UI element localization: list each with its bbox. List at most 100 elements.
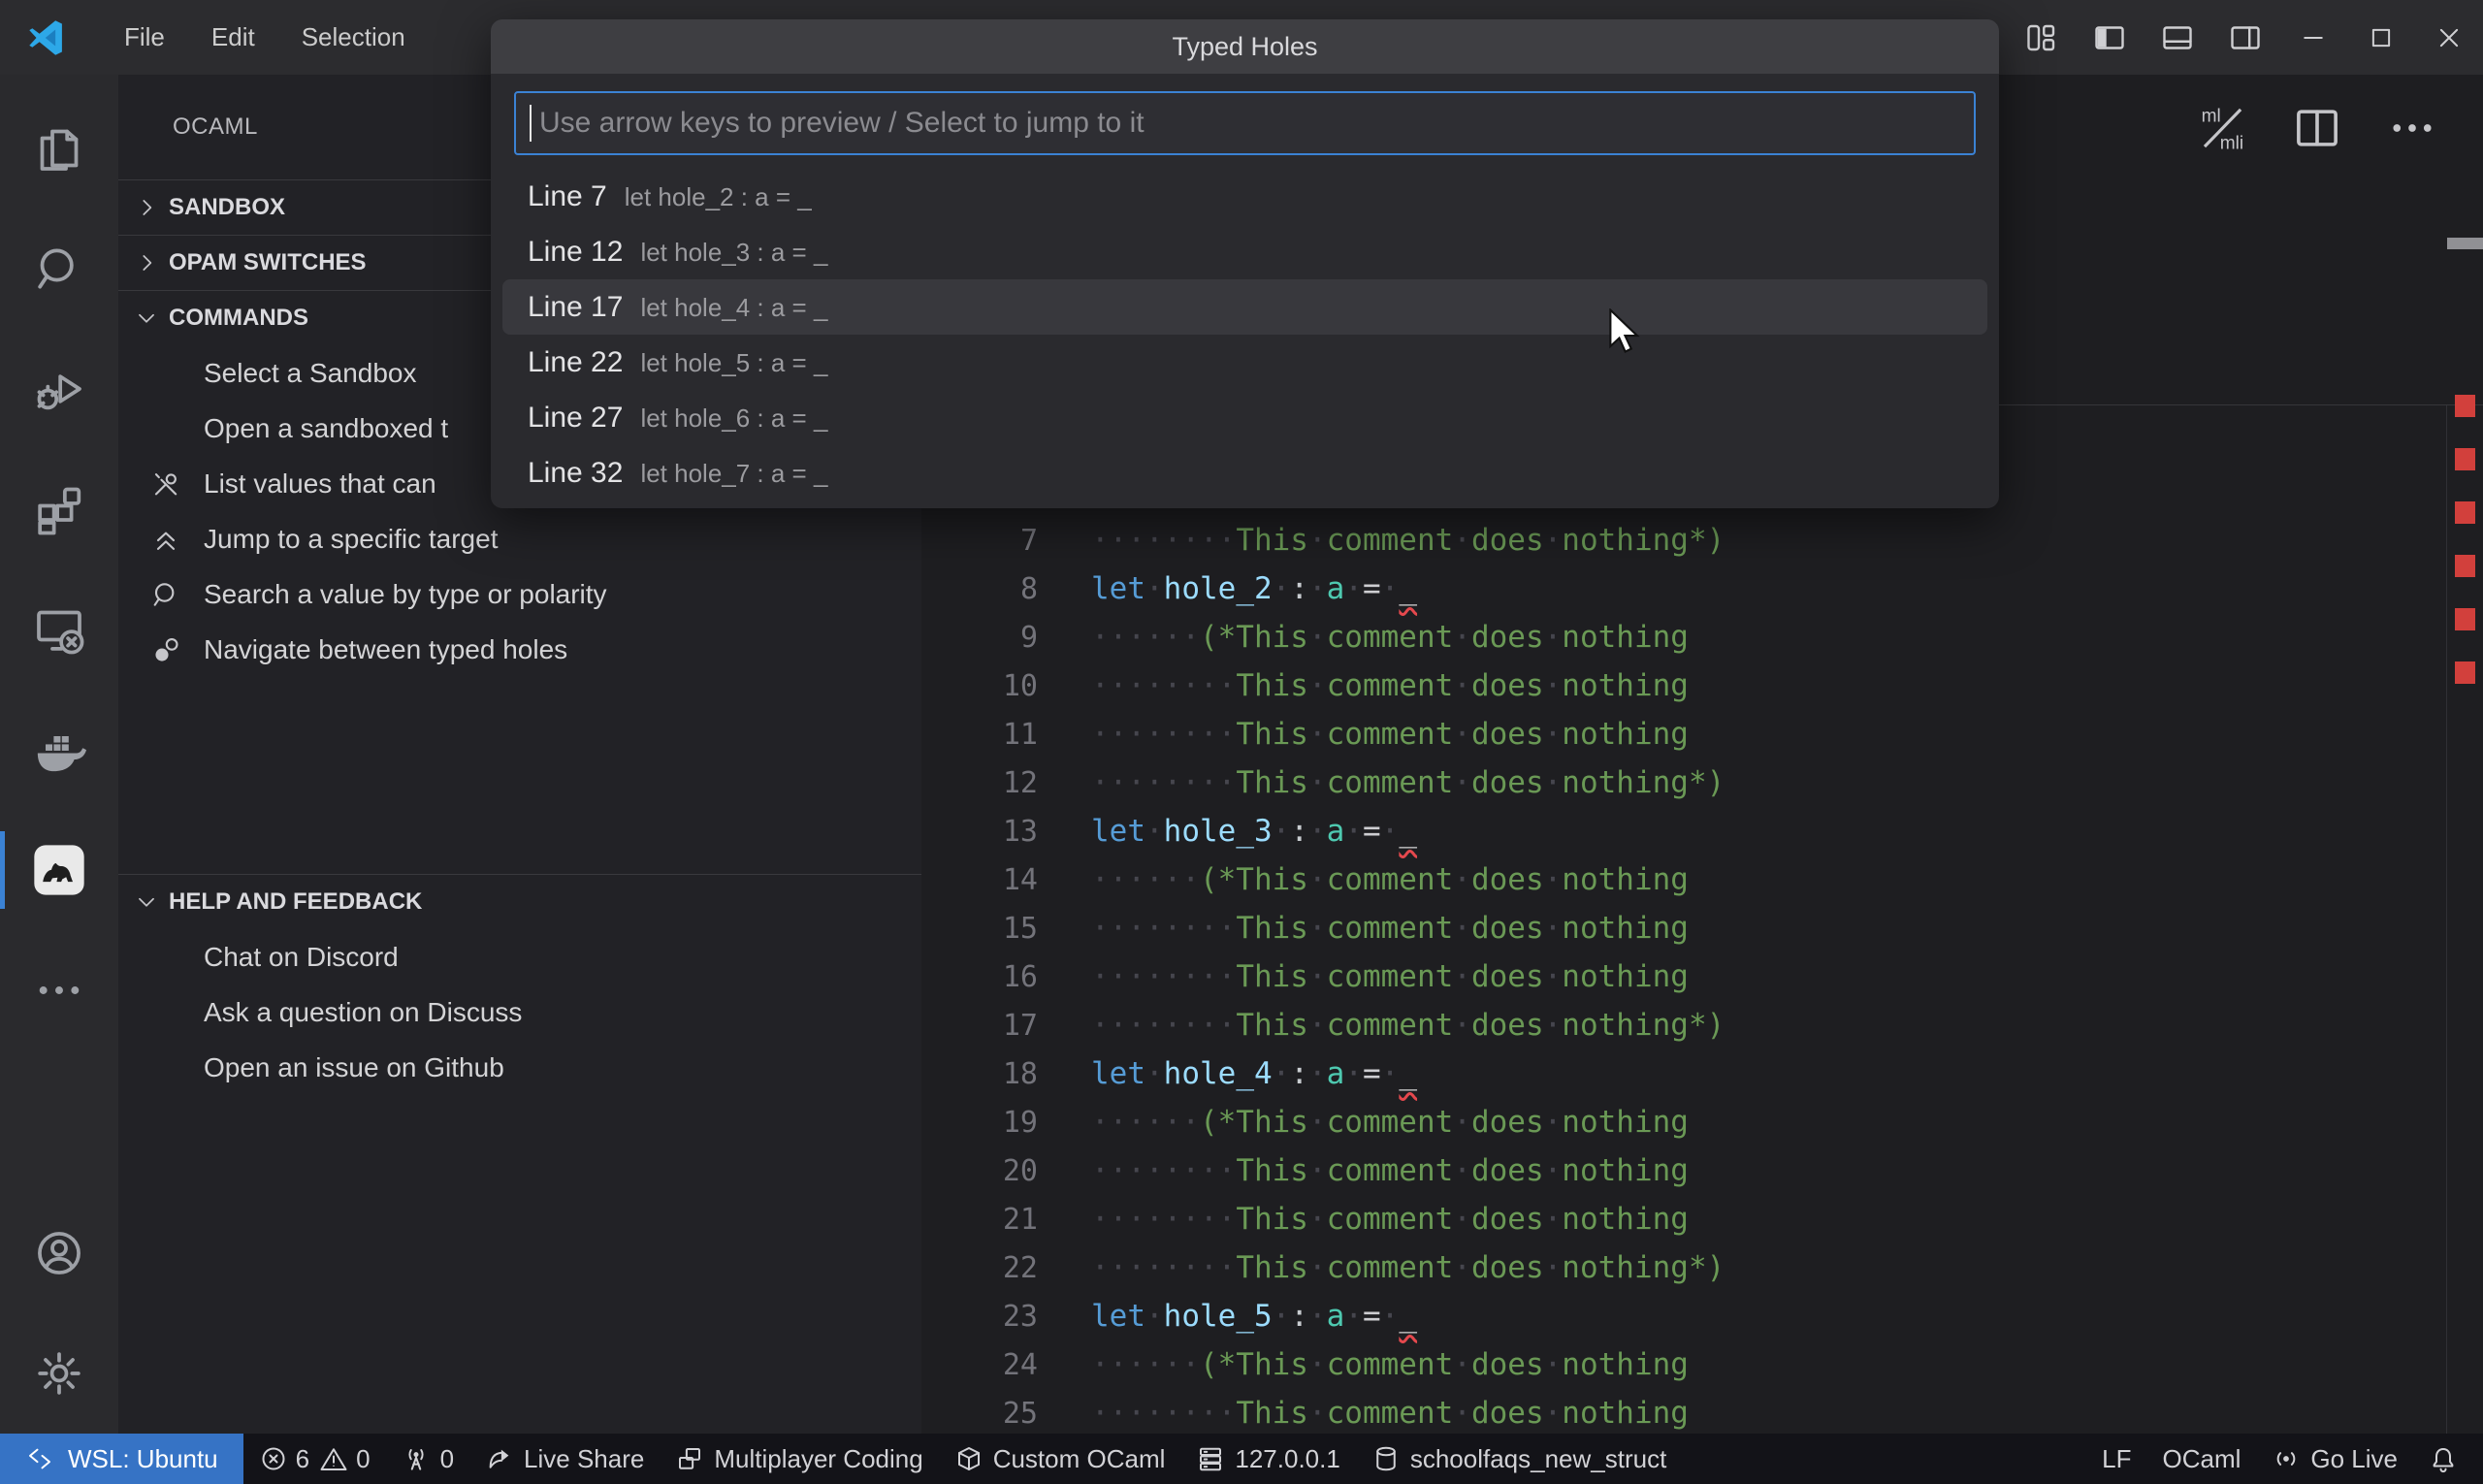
more-actions-button[interactable] (2386, 102, 2438, 154)
menu-edit[interactable]: Edit (188, 0, 278, 75)
minimize-button[interactable] (2279, 0, 2347, 75)
activity-item-more[interactable] (0, 930, 118, 1050)
code-line[interactable]: 8let·hole_2·:·a·=·_ (921, 565, 1417, 613)
multiplayer-status[interactable]: Multiplayer Coding (660, 1434, 938, 1484)
database-status[interactable]: schoolfaqs_new_struct (1356, 1434, 1682, 1484)
go-live-status[interactable]: Go Live (2256, 1444, 2413, 1474)
line-number[interactable]: 16 (921, 960, 1038, 994)
notifications-bell[interactable] (2413, 1444, 2473, 1473)
code-line[interactable]: 10········This·comment·does·nothing (921, 661, 1689, 710)
error-icon (259, 1444, 288, 1473)
activity-item-extensions[interactable] (0, 449, 118, 569)
quick-pick-row[interactable]: Line 22let hole_5 : a = _ (502, 335, 1987, 390)
quick-pick-row[interactable]: Line 27let hole_6 : a = _ (502, 390, 1987, 445)
custom-ocaml-status[interactable]: Custom OCaml (939, 1434, 1181, 1484)
ports-count: 0 (440, 1444, 454, 1474)
code-line[interactable]: 15········This·comment·does·nothing (921, 904, 1689, 952)
code-line[interactable]: 23let·hole_5·:·a·=·_ (921, 1292, 1417, 1340)
activity-item-search[interactable] (0, 209, 118, 329)
line-number[interactable]: 23 (921, 1300, 1038, 1334)
line-number[interactable]: 21 (921, 1203, 1038, 1237)
maximize-button[interactable] (2347, 0, 2415, 75)
problems-status[interactable]: 6 0 (243, 1434, 386, 1484)
quick-pick-input[interactable]: Use arrow keys to preview / Select to ju… (514, 91, 1976, 155)
quick-pick-row[interactable]: Line 12let hole_3 : a = _ (502, 224, 1987, 279)
line-number[interactable]: 22 (921, 1251, 1038, 1285)
code-line[interactable]: 13let·hole_3·:·a·=·_ (921, 807, 1417, 855)
code-line[interactable]: 16········This·comment·does·nothing (921, 952, 1689, 1001)
close-button[interactable] (2415, 0, 2483, 75)
activity-item-remote-explorer[interactable] (0, 569, 118, 690)
activity-bar (0, 75, 118, 1434)
activity-item-docker[interactable] (0, 690, 118, 810)
sidebar-item-navigate-between-typed-holes[interactable]: Navigate between typed holes (118, 622, 921, 677)
customize-layout-button[interactable] (2008, 0, 2076, 75)
code-line[interactable]: 9······(*This·comment·does·nothing (921, 613, 1689, 661)
line-number[interactable]: 11 (921, 718, 1038, 752)
quick-pick-row[interactable]: Line 32let hole_7 : a = _ (502, 445, 1987, 500)
code-line[interactable]: 12········This·comment·does·nothing*) (921, 758, 1725, 807)
radio-tower-icon (402, 1444, 431, 1473)
layout-sidebar-right-button[interactable] (2211, 0, 2279, 75)
quick-pick-row[interactable]: Line 17let hole_4 : a = _ (502, 279, 1987, 335)
quick-pick-row[interactable]: Line 7let hole_2 : a = _ (502, 169, 1987, 224)
sidebar-item-open-an-issue-on-github[interactable]: Open an issue on Github (118, 1040, 921, 1095)
code-line[interactable]: 21········This·comment·does·nothing (921, 1195, 1689, 1243)
activity-item-accounts[interactable] (0, 1193, 118, 1313)
live-share-label: Live Share (524, 1444, 644, 1474)
sidebar-item-chat-on-discord[interactable]: Chat on Discord (118, 929, 921, 984)
section-header-help-and-feedback[interactable]: HELP AND FEEDBACK (118, 874, 921, 929)
quick-pick-row-description: let hole_7 : a = _ (640, 446, 827, 501)
activity-item-ocaml[interactable] (0, 810, 118, 930)
line-number[interactable]: 15 (921, 912, 1038, 946)
line-number[interactable]: 19 (921, 1106, 1038, 1140)
activity-item-explorer[interactable] (0, 88, 118, 209)
code-line[interactable]: 19······(*This·comment·does·nothing (921, 1098, 1689, 1146)
layout-sidebar-button[interactable] (2076, 0, 2144, 75)
code-line[interactable]: 18let·hole_4·:·a·=·_ (921, 1049, 1417, 1098)
activity-item-run-debug[interactable] (0, 329, 118, 449)
line-number[interactable]: 13 (921, 815, 1038, 849)
scrollbar-handle[interactable] (2447, 238, 2483, 249)
overview-ruler[interactable] (2446, 405, 2483, 1434)
live-share-status[interactable]: Live Share (469, 1434, 660, 1484)
code-line[interactable]: 11 ········This·comment·does·nothing (921, 710, 1689, 758)
activity-item-settings[interactable] (0, 1313, 118, 1434)
line-number[interactable]: 18 (921, 1057, 1038, 1091)
quick-pick-row-description: let hole_3 : a = _ (640, 225, 827, 280)
sidebar-item-search-a-value-by-type-or-polarity[interactable]: Search a value by type or polarity (118, 566, 921, 622)
extensions-icon (32, 482, 86, 536)
line-number[interactable]: 25 (921, 1397, 1038, 1431)
sidebar-item-jump-to-a-specific-target[interactable]: Jump to a specific target (118, 511, 921, 566)
line-number[interactable]: 20 (921, 1154, 1038, 1188)
line-number[interactable]: 7 (921, 524, 1038, 558)
line-number[interactable]: 24 (921, 1348, 1038, 1382)
eol-status[interactable]: LF (2086, 1444, 2146, 1474)
remote-indicator[interactable]: WSL: Ubuntu (0, 1434, 243, 1484)
line-number[interactable]: 12 (921, 766, 1038, 800)
mlmli-toggle-button[interactable]: mlmli (2196, 102, 2248, 154)
line-number[interactable]: 9 (921, 621, 1038, 655)
line-number[interactable]: 8 (921, 572, 1038, 606)
code-line[interactable]: 25········This·comment·does·nothing (921, 1389, 1689, 1437)
code-line[interactable]: 17········This·comment·does·nothing*) (921, 1001, 1725, 1049)
error-mark (2455, 608, 2475, 630)
ports-status[interactable]: 0 (386, 1434, 469, 1484)
line-number[interactable]: 17 (921, 1009, 1038, 1043)
code-line[interactable]: 24······(*This·comment·does·nothing (921, 1340, 1689, 1389)
menu-file[interactable]: File (101, 0, 188, 75)
language-status[interactable]: OCaml (2146, 1444, 2256, 1474)
sidebar-item-ask-a-question-on-discuss[interactable]: Ask a question on Discuss (118, 984, 921, 1040)
code-line[interactable]: 14······(*This·comment·does·nothing (921, 855, 1689, 904)
sidebar-item-label: Chat on Discord (204, 942, 399, 973)
code-line[interactable]: 20········This·comment·does·nothing (921, 1146, 1689, 1195)
line-number[interactable]: 14 (921, 863, 1038, 897)
split-editor-button[interactable] (2291, 102, 2343, 154)
host-status[interactable]: 127.0.0.1 (1180, 1434, 1355, 1484)
line-number[interactable]: 10 (921, 669, 1038, 703)
layout-panel-button[interactable] (2144, 0, 2211, 75)
code-text: ········This·comment·does·nothing (1091, 717, 1689, 752)
menu-selection[interactable]: Selection (278, 0, 429, 75)
code-line[interactable]: 22········This·comment·does·nothing*) (921, 1243, 1725, 1292)
code-line[interactable]: 7········This·comment·does·nothing*) (921, 516, 1725, 565)
